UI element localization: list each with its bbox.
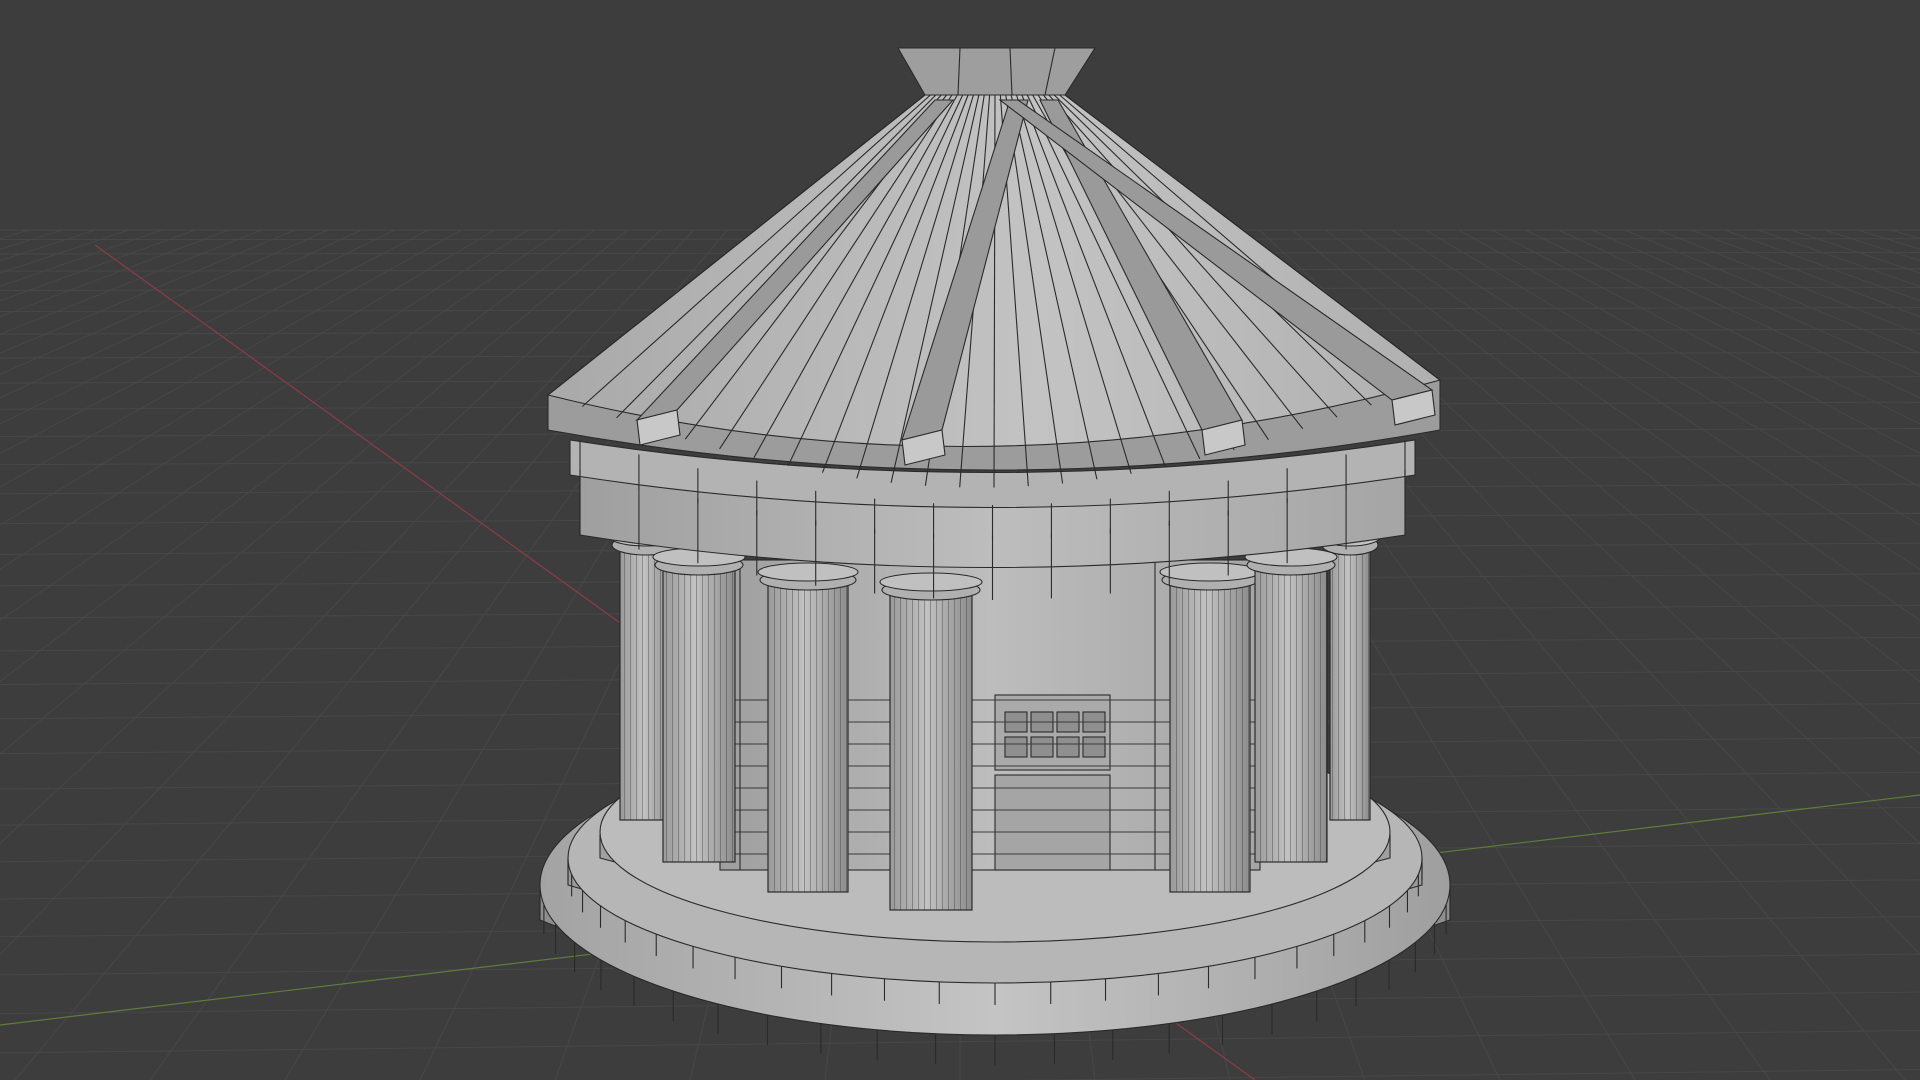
column — [1244, 547, 1338, 863]
column — [652, 547, 746, 863]
column — [1159, 562, 1261, 893]
column — [879, 572, 983, 911]
3d-viewport[interactable] — [0, 0, 1920, 1080]
viewport-canvas[interactable] — [0, 0, 1920, 1080]
conical-roof — [546, 47, 1442, 488]
roof-cap — [897, 47, 1097, 96]
column — [757, 562, 859, 893]
temple-model[interactable] — [539, 47, 1451, 1065]
